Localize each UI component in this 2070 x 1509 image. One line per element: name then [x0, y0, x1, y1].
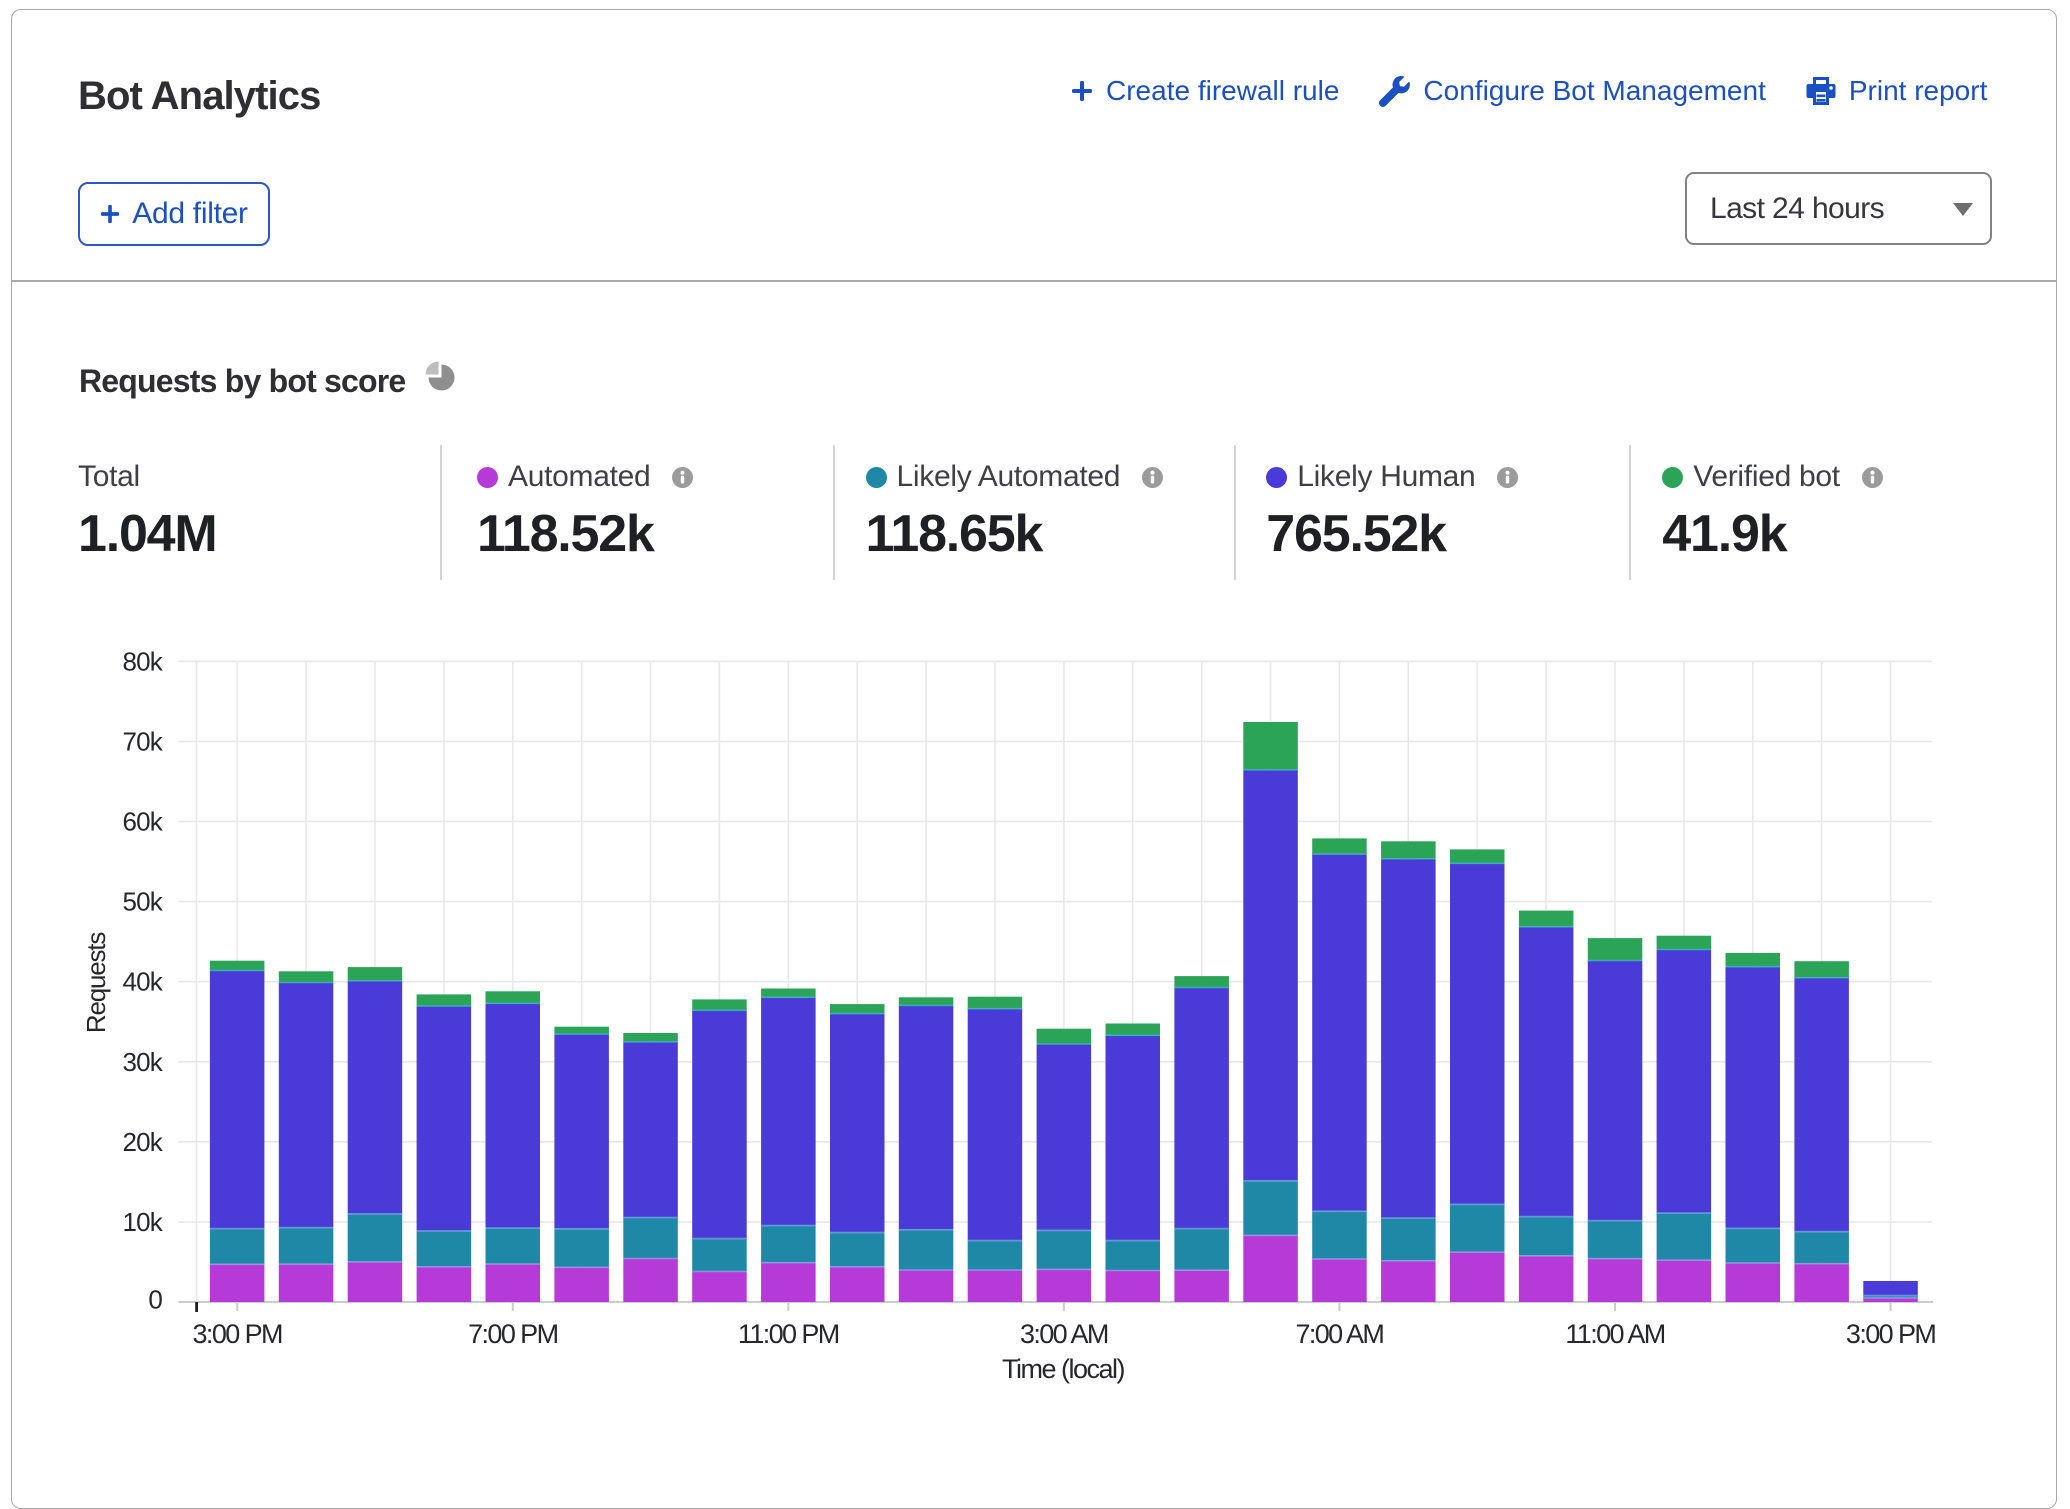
svg-text:3:00 PM: 3:00 PM [1846, 1319, 1935, 1349]
svg-text:30k: 30k [122, 1047, 163, 1077]
svg-text:Requests: Requests [81, 932, 111, 1033]
svg-text:3:00 PM: 3:00 PM [193, 1319, 282, 1349]
svg-text:7:00 PM: 7:00 PM [468, 1319, 557, 1349]
svg-text:11:00 AM: 11:00 AM [1565, 1319, 1664, 1349]
svg-text:40k: 40k [122, 967, 163, 997]
svg-text:20k: 20k [122, 1127, 163, 1157]
svg-text:50k: 50k [122, 887, 163, 917]
svg-text:3:00 AM: 3:00 AM [1020, 1319, 1108, 1349]
svg-text:Time (local): Time (local) [1002, 1354, 1125, 1384]
svg-text:0: 0 [148, 1284, 162, 1314]
svg-text:7:00 AM: 7:00 AM [1295, 1319, 1383, 1349]
svg-text:80k: 80k [122, 646, 163, 676]
svg-text:60k: 60k [122, 807, 163, 837]
svg-text:11:00 PM: 11:00 PM [738, 1319, 839, 1349]
svg-text:70k: 70k [122, 727, 163, 757]
svg-text:10k: 10k [122, 1207, 163, 1237]
